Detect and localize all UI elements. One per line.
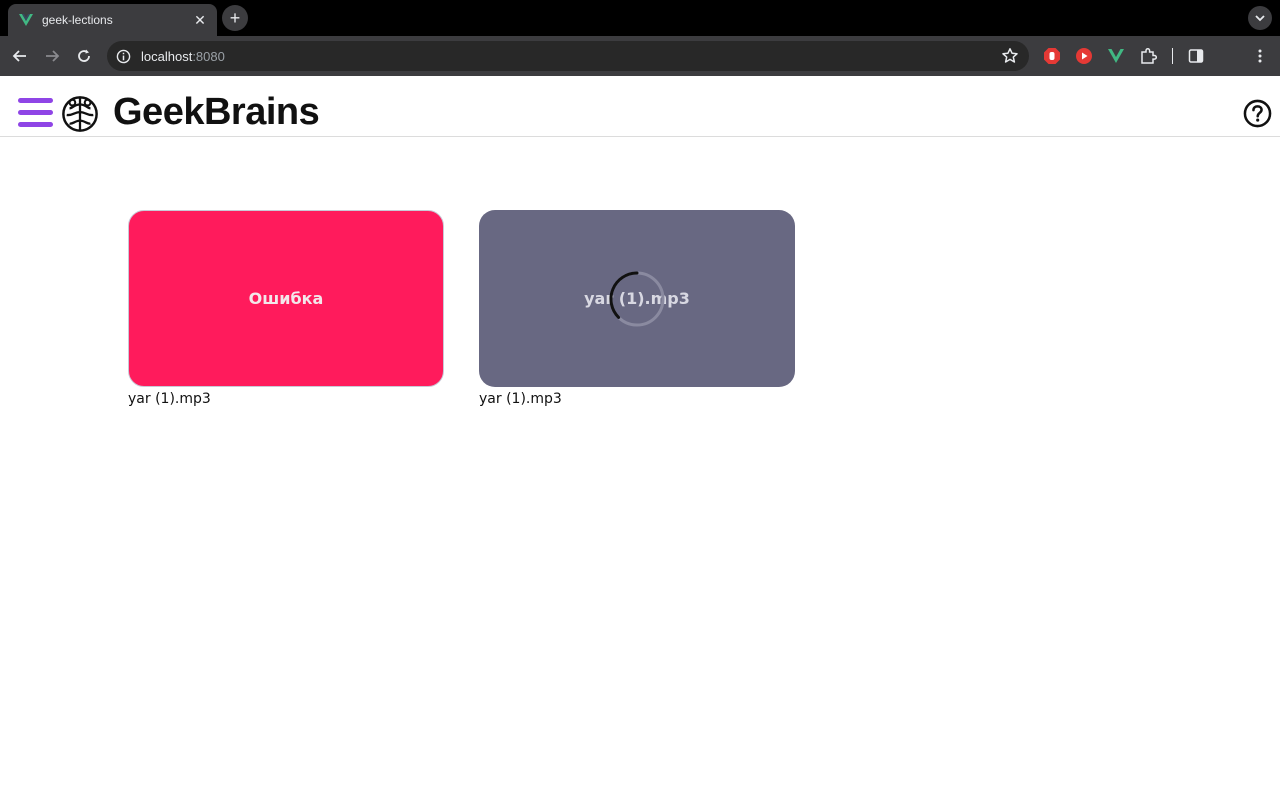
file-card-loading: yar (1).mp3 yar (1).mp3 — [479, 210, 795, 407]
brand-name[interactable]: GeekBrains — [113, 91, 320, 134]
toolbar-divider — [1172, 48, 1173, 64]
browser-tab[interactable]: geek-lections ✕ — [8, 4, 217, 36]
file-card-error: Ошибка yar (1).mp3 — [128, 210, 444, 407]
new-tab-button[interactable]: + — [222, 5, 248, 31]
app-header: GeekBrains — [0, 77, 1280, 137]
arrow-right-icon — [46, 50, 60, 62]
forward-button[interactable] — [38, 42, 66, 70]
adblock-extension-icon[interactable] — [1042, 46, 1062, 66]
reload-button[interactable] — [70, 42, 98, 70]
vue-favicon-icon — [19, 14, 33, 26]
url-port: :8080 — [192, 48, 225, 64]
tab-title: geek-lections — [42, 13, 113, 27]
brain-logo-icon — [62, 96, 98, 132]
help-icon[interactable] — [1243, 99, 1272, 128]
file-name-caption: yar (1).mp3 — [479, 391, 562, 407]
browser-menu-icon[interactable] — [1250, 46, 1270, 66]
bookmark-star-icon[interactable] — [1001, 47, 1019, 65]
tab-search-button[interactable] — [1248, 6, 1272, 30]
url-host: localhost — [141, 48, 193, 64]
loading-tile[interactable]: yar (1).mp3 — [479, 210, 795, 387]
site-info-icon[interactable] — [115, 48, 131, 64]
extensions-puzzle-icon[interactable] — [1138, 46, 1158, 66]
loading-spinner-icon — [609, 271, 665, 327]
chevron-down-icon — [1255, 15, 1265, 22]
youtube-extension-icon[interactable] — [1074, 46, 1094, 66]
address-bar[interactable]: localhost:8080 — [107, 41, 1029, 71]
error-label: Ошибка — [248, 289, 324, 308]
tab-close-icon[interactable]: ✕ — [191, 11, 209, 29]
back-button[interactable] — [6, 42, 34, 70]
arrow-left-icon — [12, 50, 26, 62]
menu-button[interactable] — [18, 98, 53, 128]
reload-icon — [78, 49, 90, 62]
tab-strip: geek-lections ✕ + — [0, 0, 1280, 36]
side-panel-icon[interactable] — [1186, 46, 1206, 66]
vue-devtools-icon[interactable] — [1106, 46, 1126, 66]
error-tile[interactable]: Ошибка — [128, 210, 444, 387]
file-name-caption: yar (1).mp3 — [128, 391, 211, 407]
